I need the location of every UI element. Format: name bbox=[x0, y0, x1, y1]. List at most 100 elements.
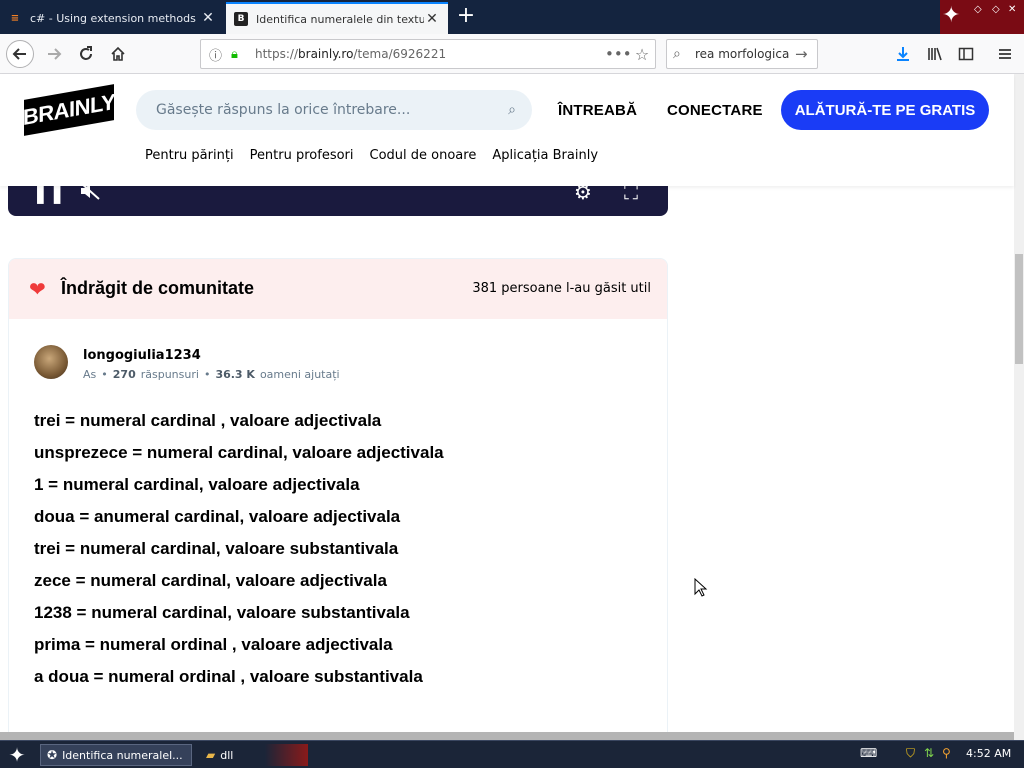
search-tray-icon[interactable]: ⚲ bbox=[942, 746, 951, 760]
search-icon: ⌕ bbox=[673, 46, 681, 62]
useful-count: 381 persoane l-au găsit util bbox=[472, 281, 651, 296]
forward-button[interactable] bbox=[40, 40, 68, 68]
close-window-icon[interactable]: ✕ bbox=[1008, 4, 1016, 15]
minimize-icon[interactable]: ◇ bbox=[974, 4, 982, 15]
answer-line: a doua = numeral ordinal , valoare subst… bbox=[34, 667, 423, 686]
back-button[interactable] bbox=[6, 40, 34, 68]
tab-title: Identifica numeralele din textul de bbox=[256, 12, 424, 26]
scrollbar-thumb[interactable] bbox=[1015, 254, 1023, 364]
author-rank: As bbox=[83, 368, 97, 381]
sidebar-button[interactable] bbox=[953, 40, 979, 68]
dot-separator: • bbox=[203, 368, 211, 381]
shield-icon[interactable]: ⛉ bbox=[906, 746, 915, 761]
avatar[interactable] bbox=[34, 345, 68, 379]
login-link[interactable]: CONECTARE bbox=[667, 102, 763, 119]
back-arrow-icon bbox=[12, 48, 26, 60]
heart-icon: ❤ bbox=[29, 277, 46, 301]
join-free-button[interactable]: ALĂTURĂ-TE PE GRATIS bbox=[781, 90, 989, 130]
answer-line: 1 = numeral cardinal, valoare adjectival… bbox=[34, 475, 360, 494]
taskbar-item-label: dll bbox=[220, 748, 234, 762]
brainly-icon: B bbox=[234, 12, 248, 26]
lock-icon[interactable]: 🔒︎ bbox=[231, 47, 249, 62]
answer-line: unsprezece = numeral cardinal, valoare a… bbox=[34, 443, 444, 462]
author-name[interactable]: longogiulia1234 bbox=[83, 348, 201, 363]
video-controls: ❚❚ ⚙ ⛶ bbox=[8, 186, 668, 216]
site-search-input[interactable] bbox=[156, 102, 509, 118]
brainly-logo[interactable]: BRAINLY bbox=[23, 84, 115, 136]
mute-icon[interactable] bbox=[78, 186, 102, 207]
dot-separator: • bbox=[101, 368, 108, 381]
answer-card: ❤ Îndrăgit de comunitate 381 persoane l-… bbox=[8, 258, 668, 740]
taskbar-browser-item[interactable]: ✪ Identifica numeralel... bbox=[40, 744, 192, 766]
star-icon: ✦ bbox=[942, 3, 961, 28]
subnav-honor-code[interactable]: Codul de onoare bbox=[370, 148, 477, 163]
url-scheme: https:// bbox=[255, 47, 299, 61]
settings-gear-icon[interactable]: ⚙ bbox=[574, 186, 592, 204]
search-icon[interactable]: ⌕ bbox=[508, 102, 516, 118]
answer-card-header: ❤ Îndrăgit de comunitate 381 persoane l-… bbox=[9, 259, 667, 319]
bookmark-star-icon[interactable]: ☆ bbox=[629, 45, 655, 64]
url-host: brainly.ro bbox=[298, 47, 354, 61]
helped-count: 36.3 K bbox=[215, 368, 255, 381]
answer-line: trei = numeral cardinal , valoare adject… bbox=[34, 411, 382, 430]
hamburger-menu-icon bbox=[999, 49, 1011, 59]
taskbar-folder-item[interactable]: ▰ dll bbox=[200, 744, 308, 766]
subnav-parents[interactable]: Pentru părinți bbox=[145, 148, 234, 163]
network-icon[interactable]: ⇅ bbox=[924, 746, 934, 760]
os-taskbar: ✦ ✪ Identifica numeralel... ▰ dll ⌨ ⛉ ⇅ … bbox=[0, 740, 1024, 768]
page-actions-icon[interactable]: ••• bbox=[605, 45, 632, 63]
pause-icon[interactable]: ❚❚ bbox=[32, 186, 66, 204]
answer-line: 1238 = numeral cardinal, valoare substan… bbox=[34, 603, 410, 622]
url-path: /tema/6926221 bbox=[353, 47, 447, 61]
subnav-app[interactable]: Aplicația Brainly bbox=[492, 148, 598, 163]
home-button[interactable] bbox=[104, 40, 132, 68]
search-bar[interactable]: ⌕ rea morfologica → bbox=[666, 39, 818, 69]
sub-navigation: Pentru părinți Pentru profesori Codul de… bbox=[145, 148, 598, 163]
new-tab-button[interactable]: + bbox=[454, 4, 478, 28]
info-icon[interactable]: ⓘ bbox=[209, 45, 227, 64]
menu-button[interactable] bbox=[992, 40, 1018, 68]
search-go-icon[interactable]: → bbox=[795, 45, 817, 63]
reload-button[interactable] bbox=[72, 40, 100, 68]
reload-icon bbox=[80, 46, 92, 60]
forward-arrow-icon bbox=[48, 48, 62, 60]
fullscreen-icon[interactable]: ⛶ bbox=[624, 186, 638, 204]
tab-brainly[interactable]: B Identifica numeralele din textul de ✕ bbox=[226, 2, 448, 34]
answer-body: trei = numeral cardinal , valoare adject… bbox=[34, 409, 654, 697]
library-button[interactable] bbox=[922, 40, 948, 68]
tab-title: c# - Using extension methods in .N bbox=[30, 11, 200, 25]
browser-icon: ✪ bbox=[47, 748, 58, 762]
tab-strip: ≡ c# - Using extension methods in .N ✕ B… bbox=[0, 0, 1024, 34]
close-tab-icon[interactable]: ✕ bbox=[424, 11, 440, 27]
search-bar-value[interactable]: rea morfologica bbox=[695, 47, 795, 61]
helped-label: oameni ajutați bbox=[259, 368, 340, 381]
library-icon bbox=[928, 47, 942, 61]
answer-line: trei = numeral cardinal, valoare substan… bbox=[34, 539, 399, 558]
ask-link[interactable]: ÎNTREABĂ bbox=[558, 102, 637, 119]
answer-line: zece = numeral cardinal, valoare adjecti… bbox=[34, 571, 387, 590]
maximize-icon[interactable]: ◇ bbox=[992, 4, 1000, 15]
downloads-button[interactable] bbox=[890, 40, 916, 68]
download-icon bbox=[897, 47, 909, 61]
folder-icon: ▰ bbox=[206, 748, 216, 762]
answer-line: doua = anumeral cardinal, valoare adject… bbox=[34, 507, 401, 526]
answer-line: prima = numeral ordinal , valoare adject… bbox=[34, 635, 393, 654]
taskbar-item-label: Identifica numeralel... bbox=[62, 748, 183, 762]
horizontal-scrollbar[interactable] bbox=[0, 732, 1014, 740]
site-header: BRAINLY ⌕ ÎNTREABĂ CONECTARE ALĂTURĂ-TE … bbox=[0, 74, 1014, 186]
clock: 4:52 AM bbox=[966, 747, 1012, 760]
close-tab-icon[interactable]: ✕ bbox=[200, 10, 216, 26]
vertical-scrollbar[interactable] bbox=[1014, 74, 1024, 740]
subnav-teachers[interactable]: Pentru profesori bbox=[250, 148, 354, 163]
tab-stackoverflow[interactable]: ≡ c# - Using extension methods in .N ✕ bbox=[0, 2, 224, 34]
sidebar-icon bbox=[958, 47, 974, 61]
start-menu-button[interactable]: ✦ bbox=[4, 743, 30, 767]
site-search-box[interactable]: ⌕ bbox=[136, 90, 532, 130]
keyboard-icon[interactable]: ⌨ bbox=[860, 746, 877, 760]
url-text[interactable]: https://brainly.ro/tema/6926221 bbox=[255, 47, 605, 61]
community-loved-badge: Îndrăgit de comunitate bbox=[61, 278, 255, 298]
author-stats: As • 270 răspunsuri • 36.3 K oameni ajut… bbox=[83, 368, 340, 381]
home-icon bbox=[111, 46, 125, 61]
url-bar[interactable]: ⓘ 🔒︎ https://brainly.ro/tema/6926221 •••… bbox=[200, 39, 656, 69]
stackoverflow-icon: ≡ bbox=[10, 12, 20, 24]
